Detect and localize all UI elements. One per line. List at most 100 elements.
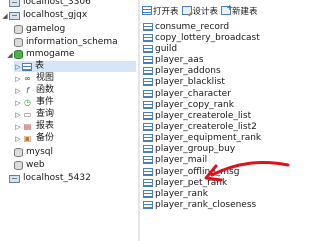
table-list-item[interactable]: consume_record bbox=[140, 21, 294, 32]
tree-node-functions[interactable]: ▷ f 函数 bbox=[14, 85, 54, 96]
db-label: gamelog bbox=[26, 24, 66, 34]
server-label: localhost_3306 bbox=[23, 0, 91, 7]
table-icon bbox=[143, 78, 153, 87]
tree-db-gamelog[interactable]: gamelog bbox=[14, 24, 65, 35]
design-table-button[interactable]: 设计表 bbox=[181, 3, 219, 18]
server-icon bbox=[9, 174, 20, 183]
database-icon bbox=[14, 148, 23, 157]
table-icon bbox=[143, 122, 153, 131]
database-icon bbox=[14, 25, 23, 34]
table-list-item[interactable]: player_rank bbox=[140, 188, 294, 199]
design-table-icon bbox=[181, 6, 192, 15]
table-list-item[interactable]: player_offline_msg bbox=[140, 166, 294, 177]
db-label: web bbox=[26, 160, 45, 170]
object-pane: 打开表 设计表 新建表 consume_recordcopy_lottery_b… bbox=[140, 0, 294, 241]
report-icon: ▤ bbox=[23, 122, 32, 131]
node-label: 备份 bbox=[36, 133, 55, 143]
node-label: 报表 bbox=[36, 121, 55, 131]
collapse-icon[interactable]: ◢ bbox=[1, 12, 9, 20]
tree-node-reports[interactable]: ▷ ▤ 报表 bbox=[14, 121, 54, 132]
open-table-button[interactable]: 打开表 bbox=[142, 3, 179, 18]
table-name: player_equipment_rank bbox=[155, 133, 262, 144]
expand-icon[interactable]: ▷ bbox=[14, 99, 22, 107]
table-icon bbox=[22, 62, 32, 71]
table-list-item[interactable]: player_pet_rank bbox=[140, 177, 294, 188]
table-icon bbox=[143, 134, 153, 143]
server-icon bbox=[9, 11, 20, 20]
expand-icon[interactable]: ▷ bbox=[14, 111, 22, 119]
tree-server-localhost-5432[interactable]: localhost_5432 bbox=[1, 173, 91, 184]
tree-server-localhost-3306[interactable]: localhost_3306 bbox=[1, 0, 91, 8]
new-table-button[interactable]: 新建表 bbox=[221, 3, 258, 18]
table-list-item[interactable]: player_createrole_list2 bbox=[140, 121, 294, 132]
expand-icon[interactable]: ▷ bbox=[14, 75, 22, 83]
table-name: player_copy_rank bbox=[155, 99, 234, 110]
design-table-label: 设计表 bbox=[192, 6, 219, 17]
table-list-item[interactable]: player_copy_rank bbox=[140, 99, 294, 110]
table-name: player_blacklist bbox=[155, 77, 225, 88]
table-name: consume_record bbox=[155, 21, 230, 32]
table-list-item[interactable]: player_group_buy bbox=[140, 144, 294, 155]
table-icon bbox=[143, 145, 153, 154]
node-label: 事件 bbox=[36, 97, 55, 107]
database-icon bbox=[14, 161, 23, 170]
table-list-item[interactable]: guild bbox=[140, 43, 294, 54]
table-name: copy_lottery_broadcast bbox=[155, 32, 260, 43]
expand-icon[interactable]: ▷ bbox=[14, 63, 22, 71]
object-toolbar: 打开表 设计表 新建表 bbox=[140, 0, 294, 21]
node-label: 查询 bbox=[36, 109, 55, 119]
table-list-item[interactable]: player_blacklist bbox=[140, 77, 294, 88]
table-icon bbox=[143, 44, 153, 53]
tree-node-views[interactable]: ▷ ∞ 视图 bbox=[14, 73, 54, 84]
open-table-label: 打开表 bbox=[153, 6, 179, 17]
event-icon: ◷ bbox=[24, 98, 31, 107]
table-list-item[interactable]: player_rank_closeness bbox=[140, 200, 294, 211]
new-table-label: 新建表 bbox=[232, 6, 258, 17]
new-table-icon bbox=[221, 3, 233, 15]
table-icon bbox=[143, 89, 153, 98]
table-icon bbox=[143, 156, 153, 165]
view-icon: ∞ bbox=[24, 74, 31, 83]
node-label: 视图 bbox=[36, 73, 55, 83]
tree-node-tables[interactable]: ▷ 表 bbox=[14, 61, 136, 72]
table-icon bbox=[143, 56, 153, 65]
tree-db-information-schema[interactable]: information_schema bbox=[14, 37, 118, 48]
expand-icon[interactable]: ▷ bbox=[14, 123, 22, 131]
table-name: guild bbox=[155, 43, 178, 54]
tree-node-backups[interactable]: ▷ ▣ 备份 bbox=[14, 133, 54, 144]
table-name: player_aas bbox=[155, 55, 204, 66]
tree-server-localhost-gjqx[interactable]: ◢ localhost_gjqx bbox=[1, 10, 87, 21]
table-name: player_addons bbox=[155, 66, 221, 77]
function-icon: f bbox=[26, 86, 29, 95]
tree-node-events[interactable]: ▷ ◷ 事件 bbox=[14, 97, 54, 108]
table-icon bbox=[143, 67, 153, 76]
db-label: mmogame bbox=[26, 49, 75, 59]
table-icon bbox=[143, 100, 153, 109]
table-icon bbox=[143, 167, 153, 176]
table-list-item[interactable]: player_createrole_list bbox=[140, 110, 294, 121]
table-list-item[interactable]: player_aas bbox=[140, 54, 294, 65]
collapse-icon[interactable]: ◢ bbox=[6, 51, 14, 59]
table-list-item[interactable]: player_mail bbox=[140, 155, 294, 166]
tree-node-queries[interactable]: ▷ ▭ 查询 bbox=[14, 109, 54, 120]
table-list-item[interactable]: player_addons bbox=[140, 66, 294, 77]
table-name: player_pet_rank bbox=[155, 177, 228, 188]
table-name: player_group_buy bbox=[155, 144, 236, 155]
expand-icon[interactable]: ▷ bbox=[14, 87, 22, 95]
node-label: 表 bbox=[35, 61, 45, 71]
table-name: player_character bbox=[155, 88, 231, 99]
tree-db-web[interactable]: web bbox=[14, 160, 45, 171]
connection-tree: localhost_3306 ◢ localhost_gjqx gamelog … bbox=[0, 0, 138, 241]
query-icon: ▭ bbox=[23, 110, 32, 119]
table-icon bbox=[143, 178, 153, 187]
table-list-item[interactable]: player_equipment_rank bbox=[140, 133, 294, 144]
table-name: player_offline_msg bbox=[155, 166, 240, 177]
table-list-item[interactable]: copy_lottery_broadcast bbox=[140, 32, 294, 43]
table-list-item[interactable]: player_character bbox=[140, 88, 294, 99]
server-label: localhost_gjqx bbox=[23, 10, 88, 20]
tree-db-mmogame[interactable]: ◢ mmogame bbox=[6, 49, 75, 60]
table-icon bbox=[143, 201, 153, 210]
expand-icon[interactable]: ▷ bbox=[14, 135, 22, 143]
tree-db-mysql[interactable]: mysql bbox=[14, 147, 53, 158]
db-label: mysql bbox=[26, 147, 53, 157]
